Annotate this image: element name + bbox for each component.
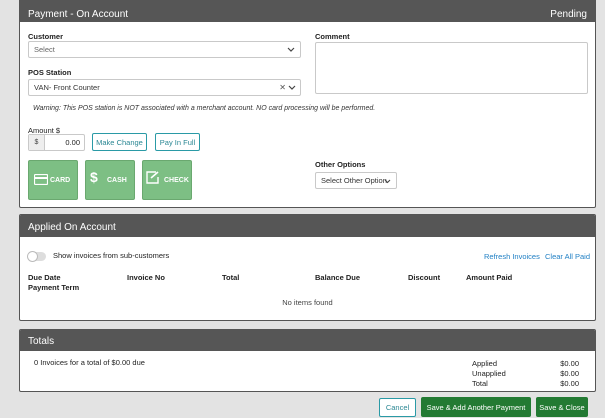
refresh-invoices-link[interactable]: Refresh Invoices [484, 252, 540, 261]
unapplied-value: $0.00 [560, 369, 579, 378]
chevron-down-icon [384, 179, 391, 184]
chevron-down-icon [287, 47, 295, 52]
make-change-button[interactable]: Make Change [92, 133, 147, 151]
currency-addon: $ [29, 135, 45, 150]
pos-station-value: VAN- Front Counter [34, 83, 100, 92]
check-button-label: CHECK [164, 177, 189, 184]
toggle-knob [27, 251, 38, 262]
customer-label: Customer [28, 32, 64, 41]
col-amount-paid[interactable]: Amount Paid [466, 273, 512, 282]
applied-header: Applied On Account [20, 215, 595, 237]
comment-textarea[interactable] [315, 42, 588, 94]
totals-summary: 0 Invoices for a total of $0.00 due [34, 358, 145, 367]
clear-all-paid-link[interactable]: Clear All Paid [545, 252, 590, 261]
dollar-icon: $ [90, 169, 98, 185]
empty-message: No items found [282, 298, 333, 307]
payment-title: Payment - On Account [28, 9, 129, 20]
sub-customers-label: Show invoices from sub-customers [53, 251, 170, 260]
check-edit-icon [146, 171, 159, 184]
cash-button-label: CASH [107, 177, 127, 184]
unapplied-label: Unapplied [472, 369, 506, 378]
totals-header: Totals [20, 330, 595, 351]
check-button[interactable]: CHECK [142, 160, 192, 200]
cancel-button[interactable]: Cancel [379, 398, 416, 417]
applied-panel: Applied On Account Show invoices from su… [19, 214, 596, 321]
sub-customers-toggle[interactable] [27, 251, 46, 262]
col-balance-due[interactable]: Balance Due [315, 273, 360, 282]
card-button-label: CARD [50, 177, 71, 184]
comment-label: Comment [315, 32, 350, 41]
applied-value: $0.00 [560, 359, 579, 368]
customer-placeholder: Select [34, 45, 55, 54]
clear-icon[interactable]: ✕ [279, 83, 286, 92]
status-badge: Pending [550, 9, 587, 20]
credit-card-icon [34, 174, 48, 185]
col-payment-term[interactable]: Payment Term [28, 283, 79, 292]
save-add-another-button[interactable]: Save & Add Another Payment [421, 397, 531, 417]
other-options-label: Other Options [315, 160, 366, 169]
totals-panel: Totals 0 Invoices for a total of $0.00 d… [19, 329, 596, 392]
customer-select[interactable]: Select [28, 41, 301, 58]
col-total[interactable]: Total [222, 273, 239, 282]
chevron-down-icon [288, 85, 296, 90]
other-options-value: Select Other Option [321, 176, 387, 185]
amount-input[interactable]: 0.00 [45, 135, 84, 150]
applied-label: Applied [472, 359, 498, 368]
payment-panel: Payment - On Account Pending Customer Se… [19, 0, 596, 208]
pos-station-select[interactable]: VAN- Front Counter ✕ [28, 79, 301, 96]
card-button[interactable]: CARD [28, 160, 78, 200]
totals-title: Totals [28, 336, 55, 347]
col-discount[interactable]: Discount [408, 273, 440, 282]
applied-title: Applied On Account [28, 222, 116, 233]
col-due-date[interactable]: Due Date [28, 273, 61, 282]
amount-field[interactable]: $ 0.00 [28, 134, 85, 151]
total-label: Total [472, 379, 488, 388]
save-close-button[interactable]: Save & Close [536, 397, 588, 417]
cash-button[interactable]: $ CASH [85, 160, 135, 200]
payment-header: Payment - On Account Pending [20, 0, 595, 22]
col-invoice-no[interactable]: Invoice No [127, 273, 165, 282]
pay-in-full-button[interactable]: Pay In Full [155, 133, 200, 151]
total-value: $0.00 [560, 379, 579, 388]
pos-warning: Warning: This POS station is NOT associa… [33, 105, 376, 112]
pos-station-label: POS Station [28, 68, 72, 77]
other-options-select[interactable]: Select Other Option [315, 172, 397, 189]
